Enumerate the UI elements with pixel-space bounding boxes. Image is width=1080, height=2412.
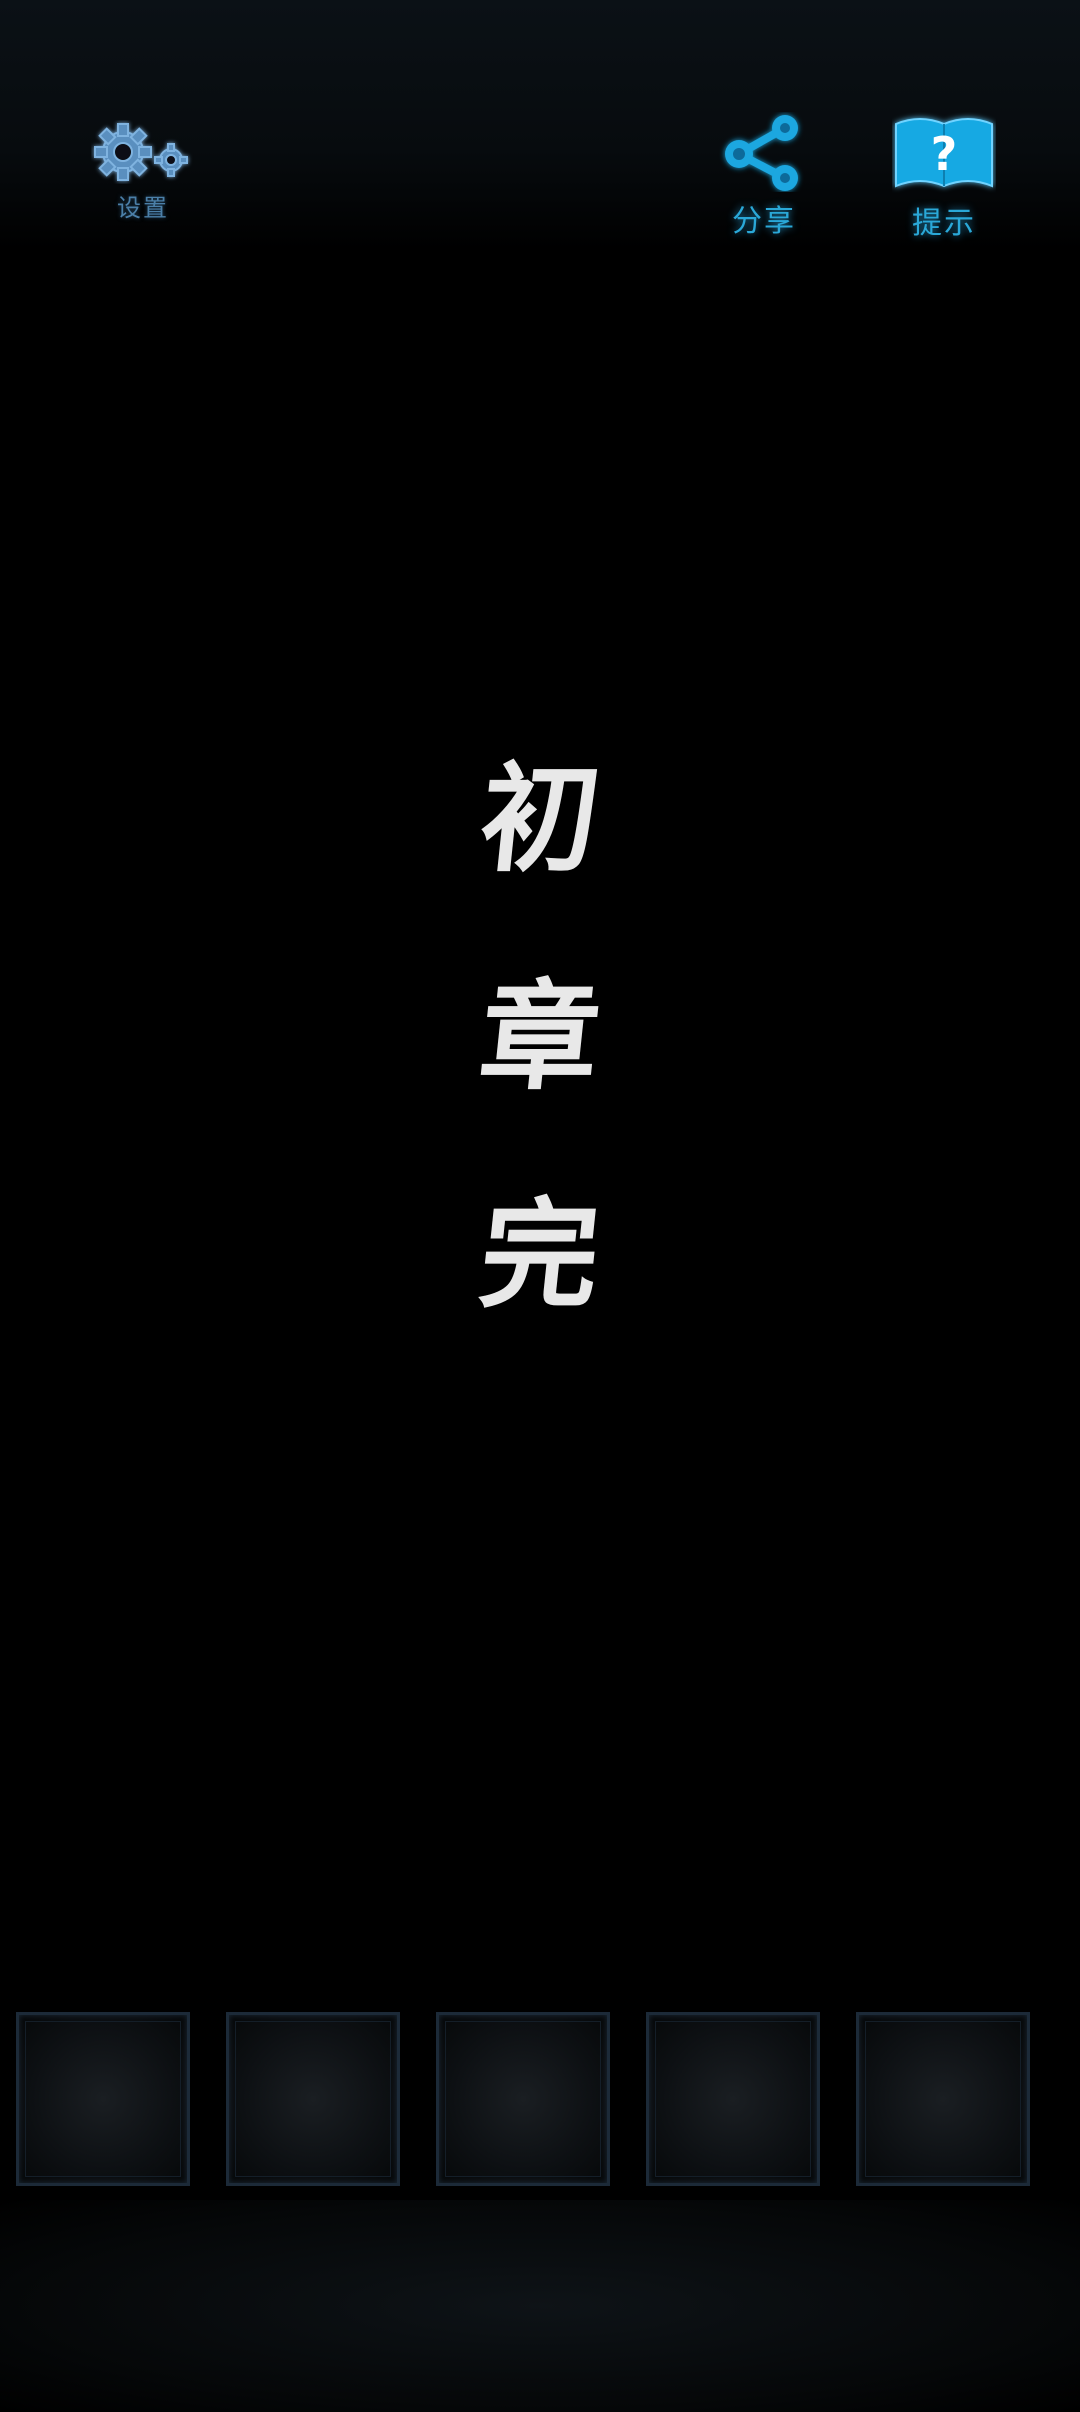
bottom-background — [0, 2200, 1080, 2412]
inventory-slot[interactable] — [856, 2012, 1030, 2186]
svg-text:?: ? — [931, 127, 958, 181]
hint-label: 提示 — [912, 206, 976, 241]
inventory-slot[interactable] — [436, 2012, 610, 2186]
share-label: 分享 — [732, 204, 796, 239]
chapter-char-2: 章 — [473, 967, 607, 1106]
share-button[interactable]: 分享 — [708, 112, 820, 240]
hint-book-icon: ? — [892, 112, 996, 194]
inventory-slot[interactable] — [16, 2012, 190, 2186]
chapter-complete-text: 初 章 完 — [440, 749, 640, 1414]
settings-button[interactable]: 设置 — [78, 120, 208, 223]
chapter-char-1: 初 — [473, 749, 607, 888]
inventory-slot[interactable] — [226, 2012, 400, 2186]
share-icon — [719, 112, 809, 192]
gears-icon — [91, 120, 195, 184]
inventory-slot[interactable] — [646, 2012, 820, 2186]
chapter-char-3: 完 — [473, 1185, 607, 1324]
settings-label: 设置 — [117, 194, 169, 222]
inventory-bar — [16, 2012, 1066, 2192]
hint-button[interactable]: ? 提示 — [884, 112, 1004, 242]
